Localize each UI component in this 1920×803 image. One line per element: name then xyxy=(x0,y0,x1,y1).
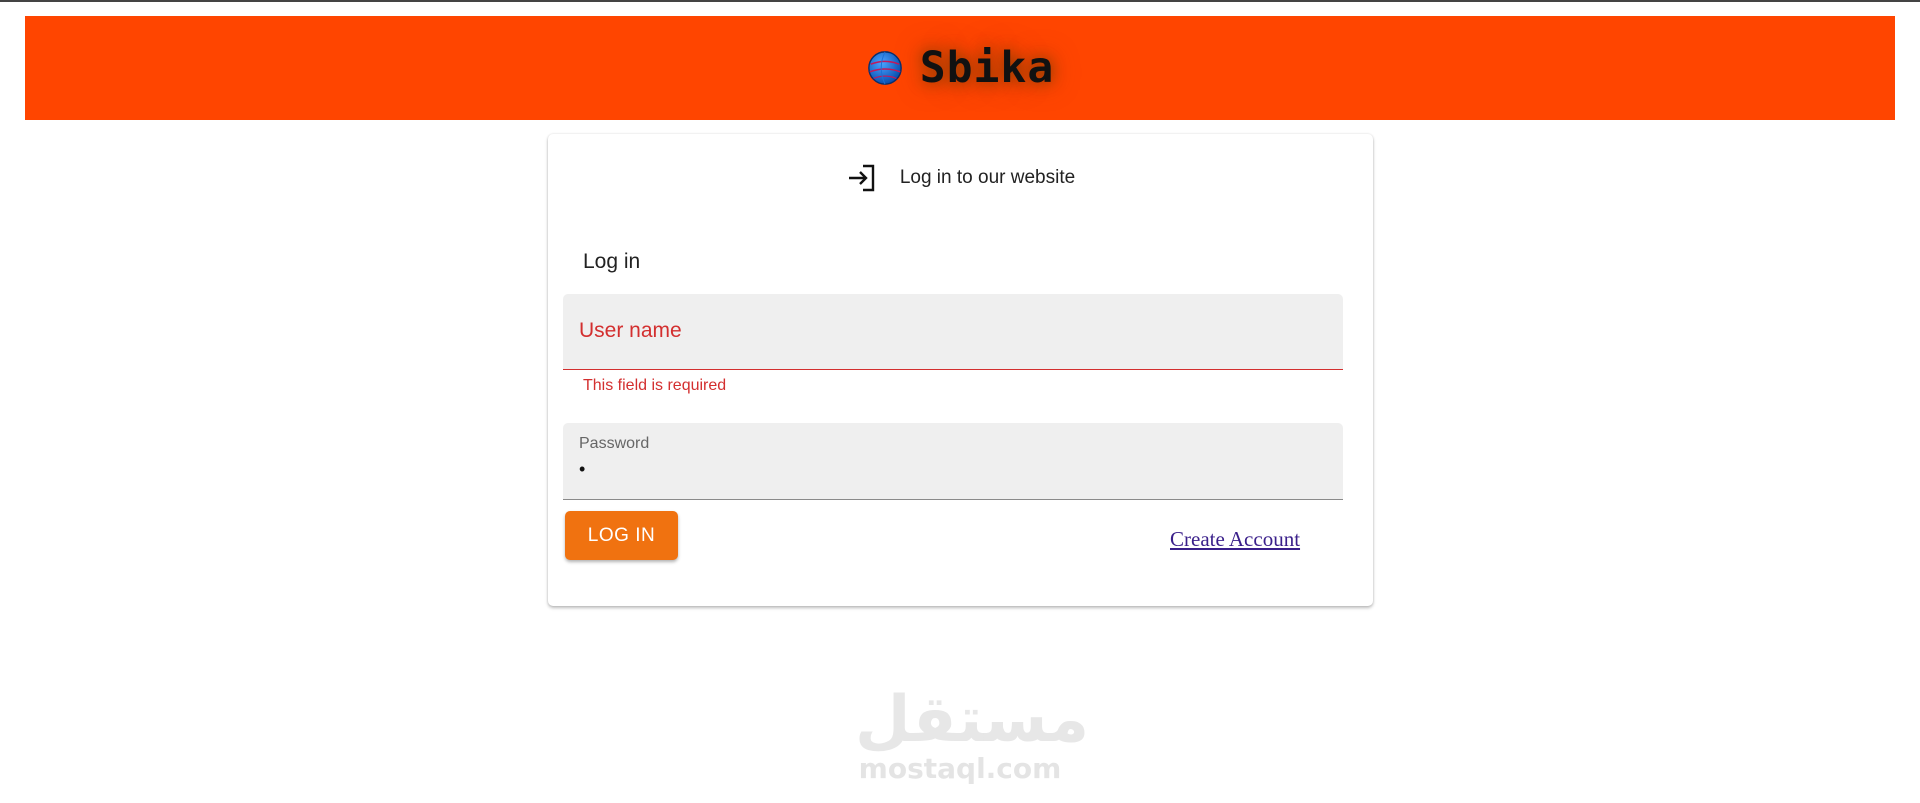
form-title: Log in xyxy=(583,250,641,273)
password-field[interactable]: Password • xyxy=(563,423,1343,500)
watermark-arabic: مستقل xyxy=(855,683,1090,757)
card-header: Log in to our website xyxy=(548,156,1373,200)
login-card: Log in to our website Log in User name T… xyxy=(548,134,1373,606)
login-button[interactable]: LOG IN xyxy=(565,511,678,560)
login-arrow-icon xyxy=(848,164,875,192)
username-placeholder: User name xyxy=(579,319,682,342)
username-error-text: This field is required xyxy=(583,377,727,394)
password-value: • xyxy=(579,459,588,479)
site-header: Sbika xyxy=(25,16,1895,120)
watermark-latin: mostaql.com xyxy=(858,752,1062,785)
create-account-link[interactable]: Create Account xyxy=(1170,527,1300,552)
watermark: مستقل mostaql.com xyxy=(855,683,1090,786)
brand-name: Sbika xyxy=(919,43,1055,93)
globe-icon xyxy=(867,51,902,85)
brand[interactable]: Sbika xyxy=(866,43,1054,93)
password-label: Password xyxy=(579,435,650,452)
card-subtitle: Log in to our website xyxy=(899,167,1076,188)
window-top-border xyxy=(0,0,1920,2)
username-field[interactable]: User name xyxy=(563,294,1343,370)
